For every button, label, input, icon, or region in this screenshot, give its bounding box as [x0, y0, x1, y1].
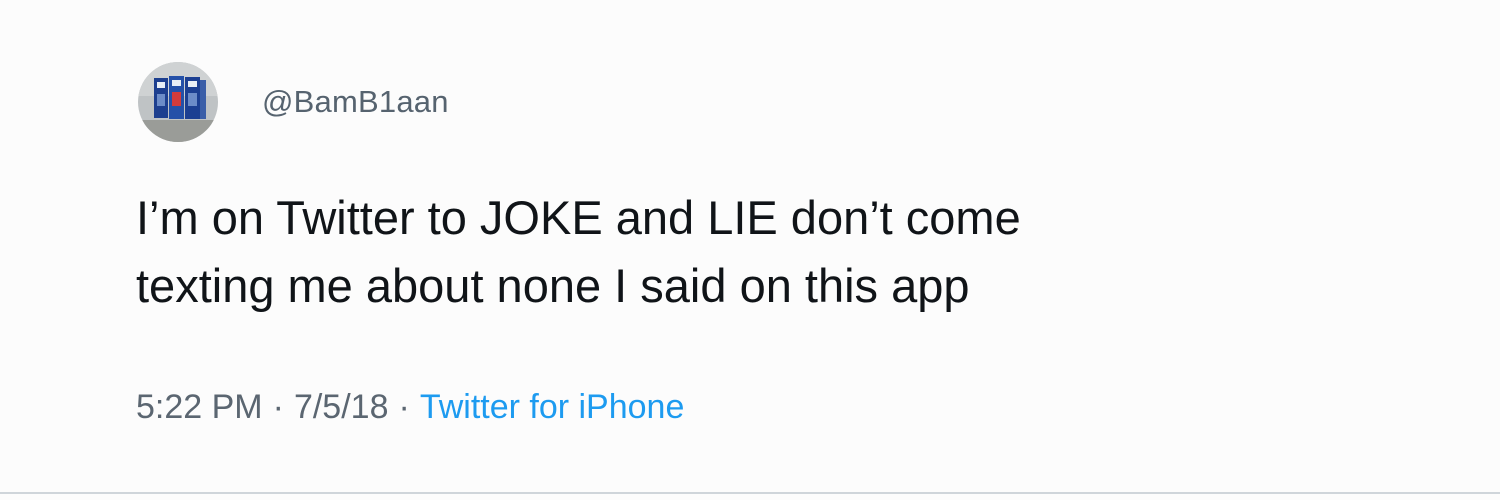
tweet-header: @BamB1aan	[138, 62, 449, 142]
tweet-metadata: 5:22 PM · 7/5/18 · Twitter for iPhone	[136, 388, 684, 427]
tweet-card: @BamB1aan I’m on Twitter to JOKE and LIE…	[0, 0, 1500, 500]
meta-separator: ·	[272, 388, 284, 426]
meta-separator: ·	[398, 388, 410, 426]
vending-machines-photo-icon	[138, 62, 218, 142]
divider	[0, 492, 1500, 494]
tweet-date[interactable]: 7/5/18	[294, 388, 389, 426]
tweet-text: I’m on Twitter to JOKE and LIE don’t com…	[136, 184, 1436, 320]
tweet-text-line-1: I’m on Twitter to JOKE and LIE don’t com…	[136, 191, 1021, 244]
tweet-time[interactable]: 5:22 PM	[136, 388, 263, 426]
user-handle[interactable]: @BamB1aan	[262, 84, 449, 120]
avatar[interactable]	[138, 62, 218, 142]
tweet-text-line-2: texting me about none I said on this app	[136, 259, 970, 312]
tweet-source-link[interactable]: Twitter for iPhone	[420, 388, 685, 426]
